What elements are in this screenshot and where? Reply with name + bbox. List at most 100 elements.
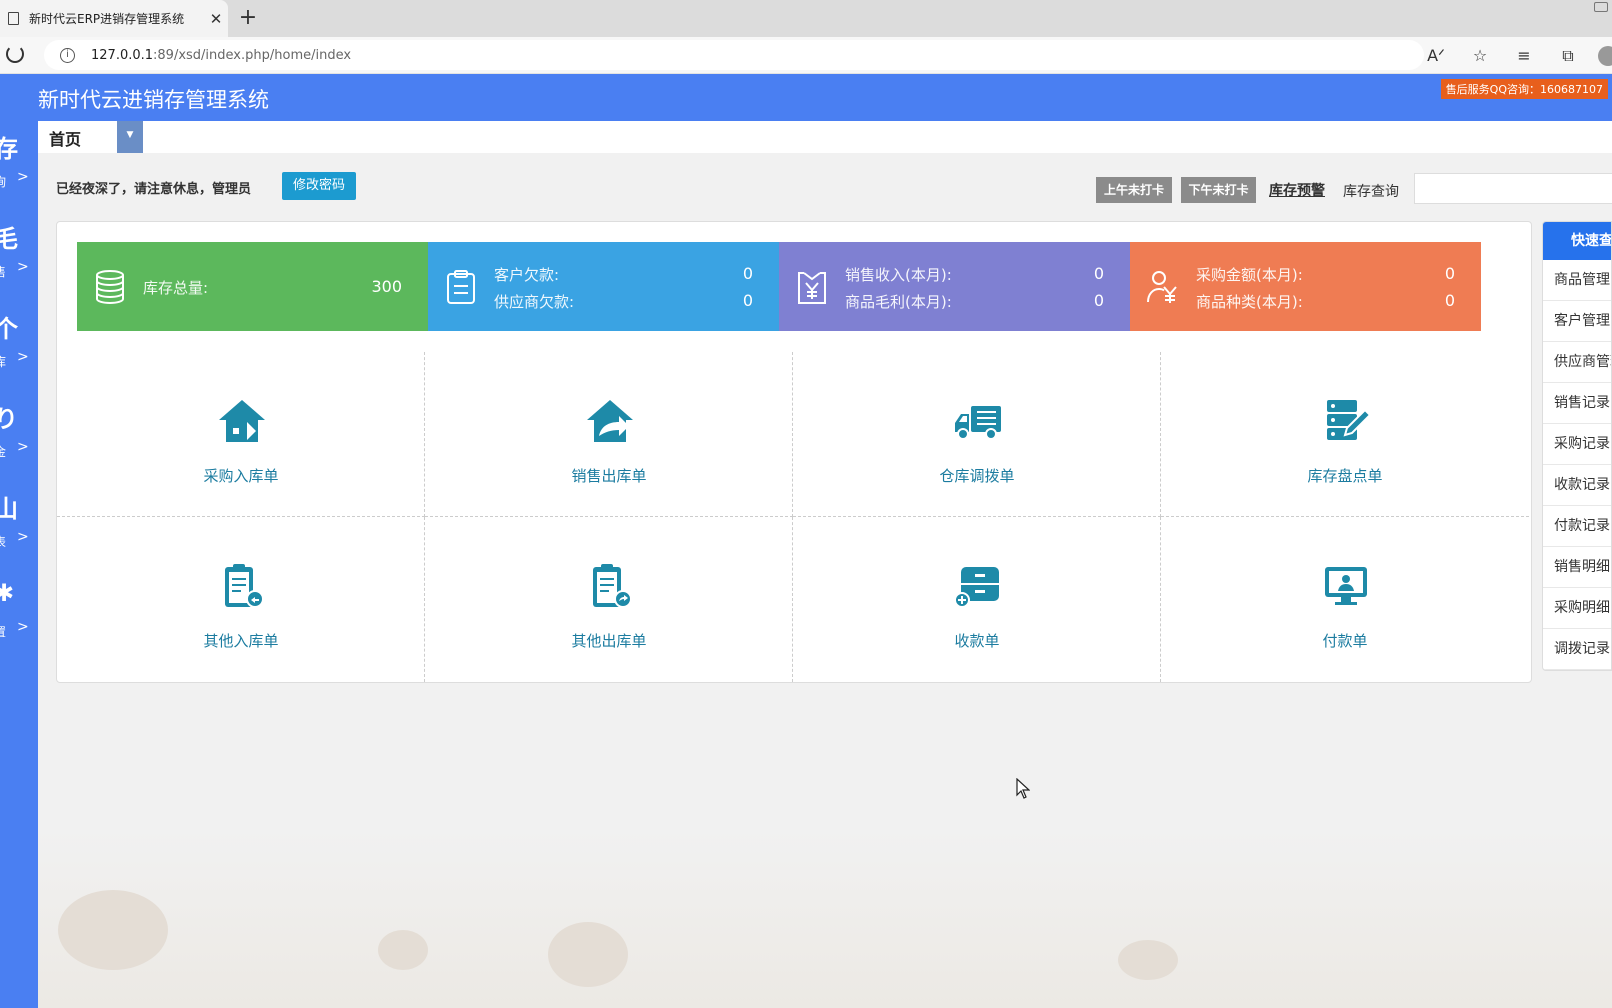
- sidebar-icon: 存: [0, 135, 18, 163]
- tab-home[interactable]: 首页: [49, 126, 81, 150]
- quick-item-receipt-records[interactable]: 收款记录: [1543, 465, 1611, 506]
- coins-icon: [96, 270, 124, 305]
- quick-item-sales-records[interactable]: 销售记录: [1543, 383, 1611, 424]
- quick-item-transfer-records[interactable]: 调拨记录: [1543, 629, 1611, 670]
- url-text: 127.0.0.1:89/xsd/index.php/home/index: [91, 48, 351, 63]
- background-decoration: [378, 930, 428, 970]
- sidebar-item-query[interactable]: 存 询 >: [0, 121, 38, 211]
- house-in-icon: [219, 400, 265, 442]
- quick-item-payment-records[interactable]: 付款记录: [1543, 506, 1611, 547]
- action-purchase-in[interactable]: 采购入库单: [57, 352, 425, 517]
- sidebar-item-settings[interactable]: ✱ 置 >: [0, 571, 38, 661]
- close-tab-icon[interactable]: ✕: [204, 10, 228, 28]
- afternoon-clock-in-button[interactable]: 下午未打卡: [1181, 177, 1256, 203]
- action-stock-count[interactable]: 库存盘点单: [1161, 352, 1529, 517]
- action-label: 其他出库单: [571, 632, 647, 650]
- chevron-right-icon: >: [17, 259, 29, 275]
- change-password-button[interactable]: 修改密码: [282, 172, 357, 200]
- sidebar-icon: り: [0, 405, 18, 433]
- action-label: 仓库调拨单: [939, 467, 1015, 485]
- quick-item-sales-details[interactable]: 销售明细: [1543, 547, 1611, 588]
- dashboard-panel: 库存总量: 300 客户欠款: 0 供应商欠款: 0 销售收入(本月): 0 商…: [56, 221, 1532, 683]
- quick-item-products[interactable]: 商品管理: [1543, 260, 1611, 301]
- server-edit-icon: [1327, 400, 1371, 440]
- chevron-right-icon: >: [17, 619, 29, 635]
- stat-value: 0: [1093, 291, 1104, 310]
- quick-item-purchase-records[interactable]: 采购记录: [1543, 424, 1611, 465]
- action-label: 库存盘点单: [1307, 467, 1383, 485]
- tab-dropdown-button[interactable]: ▼: [117, 121, 143, 153]
- url-field[interactable]: i 127.0.0.1:89/xsd/index.php/home/index: [44, 40, 1424, 70]
- stat-value: 0: [1093, 264, 1104, 283]
- sidebar-icon: 毛: [0, 225, 18, 253]
- chevron-right-icon: >: [17, 529, 29, 545]
- sidebar-item-warehouse[interactable]: 个 库 >: [0, 301, 38, 391]
- stock-warning-link[interactable]: 库存预警: [1269, 180, 1325, 200]
- stock-query-input[interactable]: [1414, 173, 1612, 204]
- action-warehouse-transfer[interactable]: 仓库调拨单: [793, 352, 1161, 517]
- window-minimize-icon[interactable]: [1594, 2, 1608, 12]
- action-label: 其他入库单: [203, 632, 279, 650]
- stat-value: 300: [371, 277, 402, 296]
- quick-query-panel: 快速查询 商品管理 客户管理 供应商管理 销售记录 采购记录 收款记录 付款记录…: [1542, 221, 1612, 671]
- sidebar-item-finance[interactable]: り 金 >: [0, 391, 38, 481]
- qq-service-badge[interactable]: 售后服务QQ咨询：160687107: [1440, 79, 1608, 99]
- clipboard-in-icon: [225, 564, 264, 608]
- url-path: :89/xsd/index.php/home/index: [153, 47, 352, 63]
- action-label: 销售出库单: [571, 467, 647, 485]
- action-other-out[interactable]: 其他出库单: [425, 517, 793, 682]
- favorites-icon[interactable]: ≡: [1502, 46, 1546, 65]
- cabinet-add-icon: [954, 567, 999, 608]
- quick-item-customers[interactable]: 客户管理: [1543, 301, 1611, 342]
- action-sales-out[interactable]: 销售出库单: [425, 352, 793, 517]
- profile-avatar[interactable]: [1598, 45, 1612, 66]
- stat-card-sales: 销售收入(本月): 0 商品毛利(本月): 0: [779, 242, 1130, 331]
- sidebar-item-label: 置: [0, 625, 7, 639]
- stat-label: 商品毛利(本月):: [845, 293, 952, 311]
- quick-item-purchase-details[interactable]: 采购明细: [1543, 588, 1611, 629]
- background-decoration: [58, 890, 168, 970]
- browser-toolbar: Aᐟ ☆ ≡ ⧉: [1414, 37, 1612, 74]
- browser-tab[interactable]: 新时代云ERP进销存管理系统 ✕: [0, 0, 228, 37]
- page-tabs: 首页 ▼: [38, 121, 1612, 153]
- stat-label: 客户欠款:: [494, 266, 560, 284]
- background-decoration: [548, 922, 628, 987]
- app-header: 新时代云进销存管理系统 售后服务QQ咨询：160687107: [0, 74, 1612, 121]
- background-image: [38, 830, 1612, 1008]
- reload-icon[interactable]: [6, 45, 24, 63]
- sidebar-icon: 个: [0, 315, 18, 343]
- new-tab-button[interactable]: +: [236, 5, 260, 31]
- chevron-right-icon: >: [17, 169, 29, 185]
- sidebar-item-reports[interactable]: 山 表 >: [0, 481, 38, 571]
- collections-icon[interactable]: ⧉: [1546, 46, 1590, 66]
- stat-label: 供应商欠款:: [494, 293, 575, 311]
- clipboard-icon: [447, 270, 475, 304]
- house-out-icon: [587, 400, 633, 442]
- action-receipt[interactable]: 收款单: [793, 517, 1161, 682]
- stat-value: 0: [1444, 291, 1455, 310]
- truck-icon: [955, 406, 1001, 440]
- stock-query-label: 库存查询: [1343, 184, 1399, 200]
- stat-label: 库存总量:: [143, 279, 209, 297]
- read-aloud-icon[interactable]: Aᐟ: [1414, 46, 1458, 65]
- clipboard-out-icon: [593, 564, 632, 608]
- action-other-in[interactable]: 其他入库单: [57, 517, 425, 682]
- action-label: 采购入库单: [203, 467, 279, 485]
- browser-tab-title: 新时代云ERP进销存管理系统: [29, 12, 185, 26]
- gear-icon: ✱: [0, 579, 15, 607]
- stat-card-debts: 客户欠款: 0 供应商欠款: 0: [428, 242, 779, 331]
- info-icon[interactable]: i: [60, 47, 75, 63]
- page-icon: [8, 12, 19, 25]
- quick-item-suppliers[interactable]: 供应商管理: [1543, 342, 1611, 383]
- sidebar-item-sales[interactable]: 毛 售 >: [0, 211, 38, 301]
- stat-value: 0: [742, 264, 753, 283]
- chevron-right-icon: >: [17, 349, 29, 365]
- sidebar: 存 询 > 毛 售 > 个 库 > り 金 > 山 表 > ✱ 置 >: [0, 121, 38, 1008]
- notice-bar: 已经夜深了，请注意休息，管理员 修改密码 上午未打卡 下午未打卡 库存预警 库存…: [38, 153, 1612, 213]
- url-host: 127.0.0.1: [91, 47, 154, 63]
- action-payment[interactable]: 付款单: [1161, 517, 1529, 682]
- add-favorite-icon[interactable]: ☆: [1458, 46, 1502, 65]
- stat-value: 0: [742, 291, 753, 310]
- sidebar-item-label: 库: [0, 355, 7, 369]
- morning-clock-in-button[interactable]: 上午未打卡: [1096, 177, 1172, 203]
